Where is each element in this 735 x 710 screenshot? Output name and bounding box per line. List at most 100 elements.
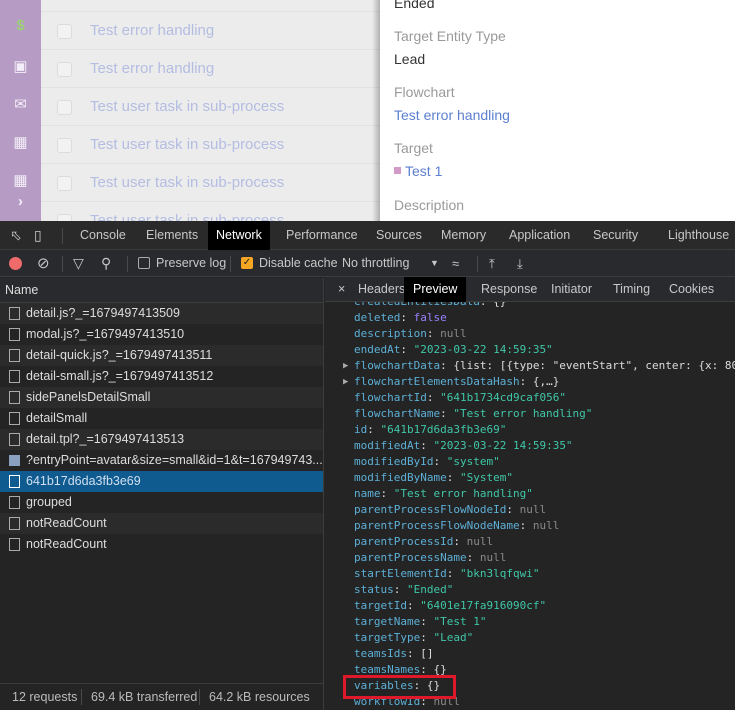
calendar-icon[interactable]: ▦ bbox=[0, 133, 41, 151]
preserve-log-checkbox[interactable] bbox=[138, 257, 150, 269]
row-checkbox[interactable] bbox=[57, 24, 72, 39]
document-file-icon bbox=[9, 370, 20, 383]
row-title[interactable]: Test user task in sub-process bbox=[90, 212, 284, 221]
network-conditions-icon[interactable]: ≈ bbox=[452, 250, 459, 277]
tab-preview[interactable]: Preview bbox=[404, 277, 467, 302]
colon: : bbox=[453, 535, 467, 548]
list-item[interactable]: Test user task in sub-process bbox=[41, 125, 380, 163]
target-link[interactable]: Test 1 bbox=[394, 163, 442, 179]
property-value: "Test 1" bbox=[433, 615, 487, 628]
row-title[interactable]: Test user task in sub-process bbox=[90, 174, 284, 191]
row-title[interactable]: Test error handling bbox=[90, 22, 214, 39]
search-icon[interactable]: ⚲ bbox=[101, 250, 111, 277]
tab-lighthouse[interactable]: Lighthouse bbox=[668, 221, 729, 250]
inspect-element-icon[interactable]: ⬁ bbox=[10, 221, 22, 250]
list-item[interactable]: Test user task in sub-process bbox=[41, 87, 380, 125]
request-row[interactable]: notReadCount bbox=[0, 534, 323, 555]
request-row[interactable]: sidePanelsDetailSmall bbox=[0, 387, 323, 408]
property-key: modifiedByName bbox=[354, 471, 447, 484]
request-row[interactable]: 641b17d6da3fb3e69 bbox=[0, 471, 323, 492]
preview-property: id: "641b17d6da3fb3e69" bbox=[325, 422, 735, 438]
expand-arrow-icon[interactable]: ▶ bbox=[343, 374, 348, 390]
document-file-icon bbox=[9, 475, 20, 488]
request-row[interactable]: detailSmall bbox=[0, 408, 323, 429]
tab-timing[interactable]: Timing bbox=[613, 277, 650, 302]
row-checkbox[interactable] bbox=[57, 62, 72, 77]
preview-property: description: null bbox=[325, 326, 735, 342]
property-key: startElementId bbox=[354, 567, 447, 580]
preview-property[interactable]: ▶ flowchartElementsDataHash: {,…} bbox=[325, 374, 735, 390]
colon: : bbox=[466, 551, 480, 564]
document-file-icon bbox=[9, 538, 20, 551]
preview-property[interactable]: ▶ flowchartData: {list: [{type: "eventSta… bbox=[325, 358, 735, 374]
divider bbox=[62, 256, 63, 272]
record-icon[interactable] bbox=[9, 257, 22, 270]
filter-icon[interactable]: ▽ bbox=[73, 250, 84, 277]
throttling-select[interactable]: No throttling bbox=[342, 250, 409, 277]
row-checkbox[interactable] bbox=[57, 138, 72, 153]
tab-sources[interactable]: Sources bbox=[376, 221, 422, 250]
request-row[interactable]: detail-small.js?_=1679497413512 bbox=[0, 366, 323, 387]
request-name: modal.js?_=1679497413510 bbox=[26, 327, 185, 341]
envelope-icon[interactable]: ✉ bbox=[0, 95, 41, 113]
flowchart-link[interactable]: Test error handling bbox=[394, 107, 510, 123]
tab-network[interactable]: Network bbox=[208, 221, 270, 250]
tab-initiator[interactable]: Initiator bbox=[551, 277, 592, 302]
request-row[interactable]: grouped bbox=[0, 492, 323, 513]
property-value: "Test error handling" bbox=[453, 407, 593, 420]
preview-property: startElementId: "bkn3lqfqwi" bbox=[325, 566, 735, 582]
tab-cookies[interactable]: Cookies bbox=[669, 277, 714, 302]
device-toolbar-icon[interactable]: ▯ bbox=[34, 221, 42, 250]
request-row[interactable]: notReadCount bbox=[0, 513, 323, 534]
property-value: null bbox=[440, 327, 467, 340]
tab-application[interactable]: Application bbox=[509, 221, 570, 250]
tab-elements[interactable]: Elements bbox=[146, 221, 198, 250]
disable-cache-checkbox[interactable]: ✓ bbox=[241, 257, 253, 269]
request-row[interactable]: detail-quick.js?_=1679497413511 bbox=[0, 345, 323, 366]
list-item[interactable]: Test error handling bbox=[41, 49, 380, 87]
close-details-button[interactable]: × bbox=[338, 277, 345, 302]
tab-console[interactable]: Console bbox=[80, 221, 126, 250]
property-value: [] bbox=[420, 647, 434, 660]
property-value: "system" bbox=[446, 455, 500, 468]
name-column-header[interactable]: Name bbox=[0, 278, 323, 303]
briefcase-icon[interactable]: ▣ bbox=[0, 57, 41, 75]
request-row[interactable]: detail.js?_=1679497413509 bbox=[0, 303, 323, 324]
list-item[interactable]: Test user task in sub-process bbox=[41, 201, 380, 221]
process-list: Test error handling Test error handling Te… bbox=[41, 0, 380, 221]
tab-response[interactable]: Response bbox=[481, 277, 537, 302]
property-value: null bbox=[532, 519, 560, 532]
request-row[interactable]: ?entryPoint=avatar&size=small&id=1&t=167… bbox=[0, 450, 323, 471]
row-checkbox[interactable] bbox=[57, 176, 72, 191]
status-value: Ended bbox=[394, 0, 435, 11]
property-key: modifiedAt bbox=[354, 439, 421, 452]
request-row[interactable]: detail.tpl?_=1679497413513 bbox=[0, 429, 323, 450]
expand-arrow-icon[interactable]: ▶ bbox=[343, 358, 348, 374]
export-har-icon[interactable]: ⤓ bbox=[517, 250, 523, 277]
preview-property: parentProcessFlowNodeId: null bbox=[325, 502, 735, 518]
chevron-right-icon[interactable]: › bbox=[0, 193, 41, 210]
tab-performance[interactable]: Performance bbox=[286, 221, 358, 250]
list-item[interactable]: Test user task in sub-process bbox=[41, 163, 380, 201]
tab-memory[interactable]: Memory bbox=[441, 221, 486, 250]
dollar-icon[interactable]: $ bbox=[0, 17, 41, 34]
dropdown-arrow-icon[interactable]: ▼ bbox=[430, 250, 439, 277]
property-value: null bbox=[466, 535, 494, 548]
request-row[interactable]: modal.js?_=1679497413510 bbox=[0, 324, 323, 345]
row-checkbox[interactable] bbox=[57, 100, 72, 115]
row-title[interactable]: Test user task in sub-process bbox=[90, 98, 284, 115]
tab-headers[interactable]: Headers bbox=[358, 277, 405, 302]
calendar-check-icon[interactable]: ▦ bbox=[0, 171, 41, 189]
row-title[interactable]: Test error handling bbox=[90, 60, 214, 77]
property-key: parentProcessName bbox=[354, 551, 467, 564]
tab-security[interactable]: Security bbox=[593, 221, 638, 250]
request-list: Name detail.js?_=1679497413509 modal.js?_… bbox=[0, 278, 324, 683]
list-item[interactable]: Test error handling bbox=[41, 11, 380, 49]
clear-icon[interactable]: ⊘ bbox=[37, 250, 50, 277]
row-title[interactable]: Test user task in sub-process bbox=[90, 136, 284, 153]
colon: : bbox=[393, 583, 407, 596]
request-name: notReadCount bbox=[26, 516, 107, 530]
import-har-icon[interactable]: ⤒ bbox=[489, 250, 495, 277]
request-name: detailSmall bbox=[26, 411, 88, 425]
row-checkbox[interactable] bbox=[57, 214, 72, 221]
